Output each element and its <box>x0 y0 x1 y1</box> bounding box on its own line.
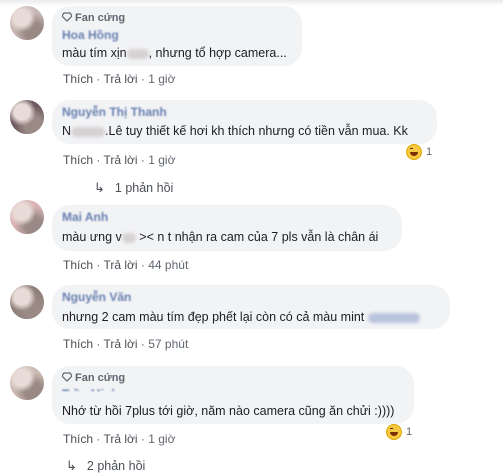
comment-actions: Thích · Trả lời · 1 giờ <box>63 72 176 86</box>
fan-badge: Fan cứng <box>61 12 126 24</box>
reaction-summary[interactable]: 1 <box>386 424 412 440</box>
like-link[interactable]: Thích <box>63 337 93 351</box>
comment-actions: Thích · Trả lời · 57 phút <box>63 337 189 351</box>
comment-text: màu tím xịn, nhưng tổ hợp camera... <box>62 46 287 60</box>
timestamp[interactable]: 1 giờ <box>148 72 175 86</box>
comment-text: màu ưng v >< n t nhận ra cam của 7 pls v… <box>62 230 379 244</box>
reply-arrow-icon: ↳ <box>66 458 77 473</box>
like-link[interactable]: Thích <box>63 153 93 167</box>
avatar[interactable] <box>10 6 44 40</box>
fan-badge: Fan cứng <box>61 372 126 384</box>
redacted-text <box>121 232 136 243</box>
author-name[interactable]: Mai Anh <box>62 210 108 224</box>
reply-link[interactable]: Trả lời <box>103 432 137 446</box>
avatar[interactable] <box>10 200 44 234</box>
badge-label: Fan cứng <box>75 12 126 24</box>
comment-actions: Thích · Trả lời · 1 giờ <box>63 432 176 446</box>
comment-actions: Thích · Trả lời · 44 phút <box>63 258 189 272</box>
comment-bubble: Mai Anh màu ưng v >< n t nhận ra cam của… <box>52 205 402 251</box>
timestamp[interactable]: 44 phút <box>148 258 188 272</box>
reaction-summary[interactable]: 1 <box>406 144 432 160</box>
author-name[interactable]: Nguyễn Thị Thanh <box>62 105 167 119</box>
like-link[interactable]: Thích <box>63 258 93 272</box>
view-replies[interactable]: ↳ 1 phản hồi <box>94 180 173 196</box>
diamond-icon <box>61 12 73 22</box>
timestamp[interactable]: 1 giờ <box>148 153 175 167</box>
reply-link[interactable]: Trả lời <box>103 72 137 86</box>
comment-bubble: Fan cứng Hoa Hồng màu tím xịn, nhưng tổ … <box>52 6 302 66</box>
like-link[interactable]: Thích <box>63 72 93 86</box>
reply-arrow-icon: ↳ <box>94 180 105 195</box>
comment-text: Nhớ từ hồi 7plus tới giờ, năm nào camera… <box>62 404 395 418</box>
reply-link[interactable]: Trả lời <box>103 153 137 167</box>
author-name[interactable]: Nguyễn Văn <box>62 290 131 304</box>
reply-link[interactable]: Trả lời <box>103 337 137 351</box>
avatar[interactable] <box>10 100 44 134</box>
avatar[interactable] <box>10 285 44 319</box>
timestamp[interactable]: 1 giờ <box>148 432 175 446</box>
timestamp[interactable]: 57 phút <box>148 337 188 351</box>
avatar[interactable] <box>10 366 44 400</box>
diamond-icon <box>61 372 73 382</box>
redacted-text <box>71 126 106 137</box>
haha-emoji-icon <box>386 424 402 440</box>
redacted-text <box>126 48 149 59</box>
comment-text: nhưng 2 cam màu tím đẹp phết lại còn có … <box>62 310 420 324</box>
comment-text: N .Lê tuy thiết kế hơi kh thích nhưng có … <box>62 124 408 138</box>
author-name[interactable]: Trần Minh <box>62 387 119 391</box>
comment-bubble: Nguyễn Văn nhưng 2 cam màu tím đẹp phết … <box>52 285 450 329</box>
view-replies[interactable]: ↳ 2 phản hồi <box>66 458 145 474</box>
comment-bubble: Nguyễn Thị Thanh N .Lê tuy thiết kế hơi k… <box>52 100 437 144</box>
haha-emoji-icon <box>406 144 422 160</box>
like-link[interactable]: Thích <box>63 432 93 446</box>
author-name[interactable]: Hoa Hồng <box>62 28 119 42</box>
comment-bubble: Fan cứng Trần Minh Nhớ từ hồi 7plus tới … <box>52 366 414 424</box>
redacted-text <box>367 312 420 323</box>
comment-actions: Thích · Trả lời · 1 giờ <box>63 153 176 167</box>
badge-label: Fan cứng <box>75 372 126 384</box>
reply-link[interactable]: Trả lời <box>103 258 137 272</box>
